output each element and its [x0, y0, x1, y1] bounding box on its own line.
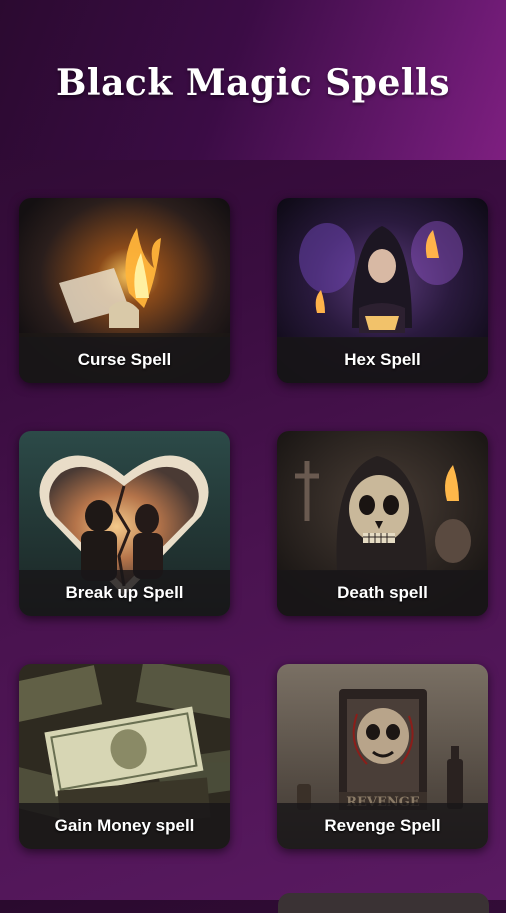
spell-card-break-up[interactable]: Break up Spell: [19, 431, 230, 616]
page-title: Black Magic Spells: [56, 62, 450, 104]
card-label-bar: Revenge Spell: [277, 803, 488, 849]
card-label: Break up Spell: [65, 583, 184, 602]
spell-card-gain-money[interactable]: Gain Money spell: [19, 664, 230, 849]
spell-card-partial[interactable]: [278, 893, 489, 913]
card-label: Curse Spell: [77, 350, 172, 369]
card-label: Gain Money spell: [54, 816, 195, 835]
card-label-bar: Curse Spell: [19, 337, 230, 383]
app-header: Black Magic Spells: [0, 0, 506, 160]
card-label: Hex Spell: [344, 350, 421, 369]
spell-card-hex[interactable]: Hex Spell: [277, 198, 488, 383]
card-label-bar: Hex Spell: [277, 337, 488, 383]
card-label-bar: Death spell: [277, 570, 488, 616]
card-label: Death spell: [337, 583, 428, 602]
spell-card-curse[interactable]: Curse Spell: [19, 198, 230, 383]
spell-card-revenge[interactable]: REVENGE Revenge Spell: [277, 664, 488, 849]
spell-card-death[interactable]: Death spell: [277, 431, 488, 616]
card-label: Revenge Spell: [324, 816, 441, 835]
card-label-bar: Gain Money spell: [19, 803, 230, 849]
card-label-bar: Break up Spell: [19, 570, 230, 616]
